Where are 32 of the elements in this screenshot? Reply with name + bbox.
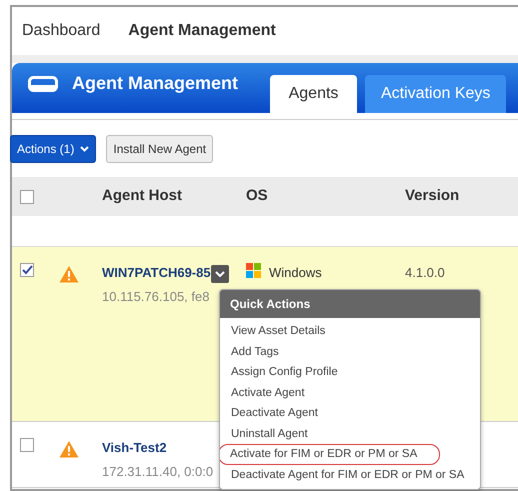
drive-icon [28, 76, 58, 92]
agent-host-name[interactable]: WIN7PATCH69-85 [102, 265, 211, 280]
checkbox[interactable] [20, 190, 34, 204]
os-name: Windows [269, 264, 322, 282]
column-header: Version [405, 186, 460, 206]
menu-item[interactable]: Add Tags [220, 342, 478, 362]
menu-item[interactable]: View Asset Details [220, 321, 478, 342]
header-title: Agent Management [72, 72, 238, 95]
breadcrumb-current: Agent Management [128, 21, 276, 41]
menu-item[interactable]: Activate Agent [220, 382, 478, 403]
caret-icon [214, 270, 225, 277]
version: 4.1.0.0 [405, 265, 445, 280]
menu-item[interactable]: Assign Config Profile [220, 362, 478, 382]
breadcrumb-link[interactable]: Dashboard [22, 19, 100, 43]
checkbox[interactable] [20, 438, 34, 452]
menu-title: Quick Actions [220, 290, 480, 318]
column-header: Agent Host [102, 186, 183, 206]
column-header: OS [246, 186, 269, 206]
windows-icon [246, 263, 261, 278]
menu-item[interactable]: Uninstall Agent [220, 424, 478, 444]
tab[interactable]: Agents [270, 75, 357, 113]
caret-button[interactable] [210, 264, 229, 283]
menu-item[interactable]: Deactivate Agent for FIM or EDR or PM or SA [220, 464, 478, 485]
menu-item[interactable]: Activate for FIM or EDR or PM or SA [220, 444, 440, 464]
warning-icon [59, 264, 79, 283]
menu-item[interactable]: Deactivate Agent [220, 403, 478, 424]
actions-button[interactable]: Actions (1) [10, 134, 96, 162]
install-agent-button[interactable]: Install New Agent [106, 134, 214, 162]
agent-host-name[interactable]: Vish-Test2 [102, 440, 167, 455]
chevron-down-icon [80, 146, 90, 152]
checkbox[interactable] [20, 263, 34, 277]
warning-icon [59, 440, 79, 458]
